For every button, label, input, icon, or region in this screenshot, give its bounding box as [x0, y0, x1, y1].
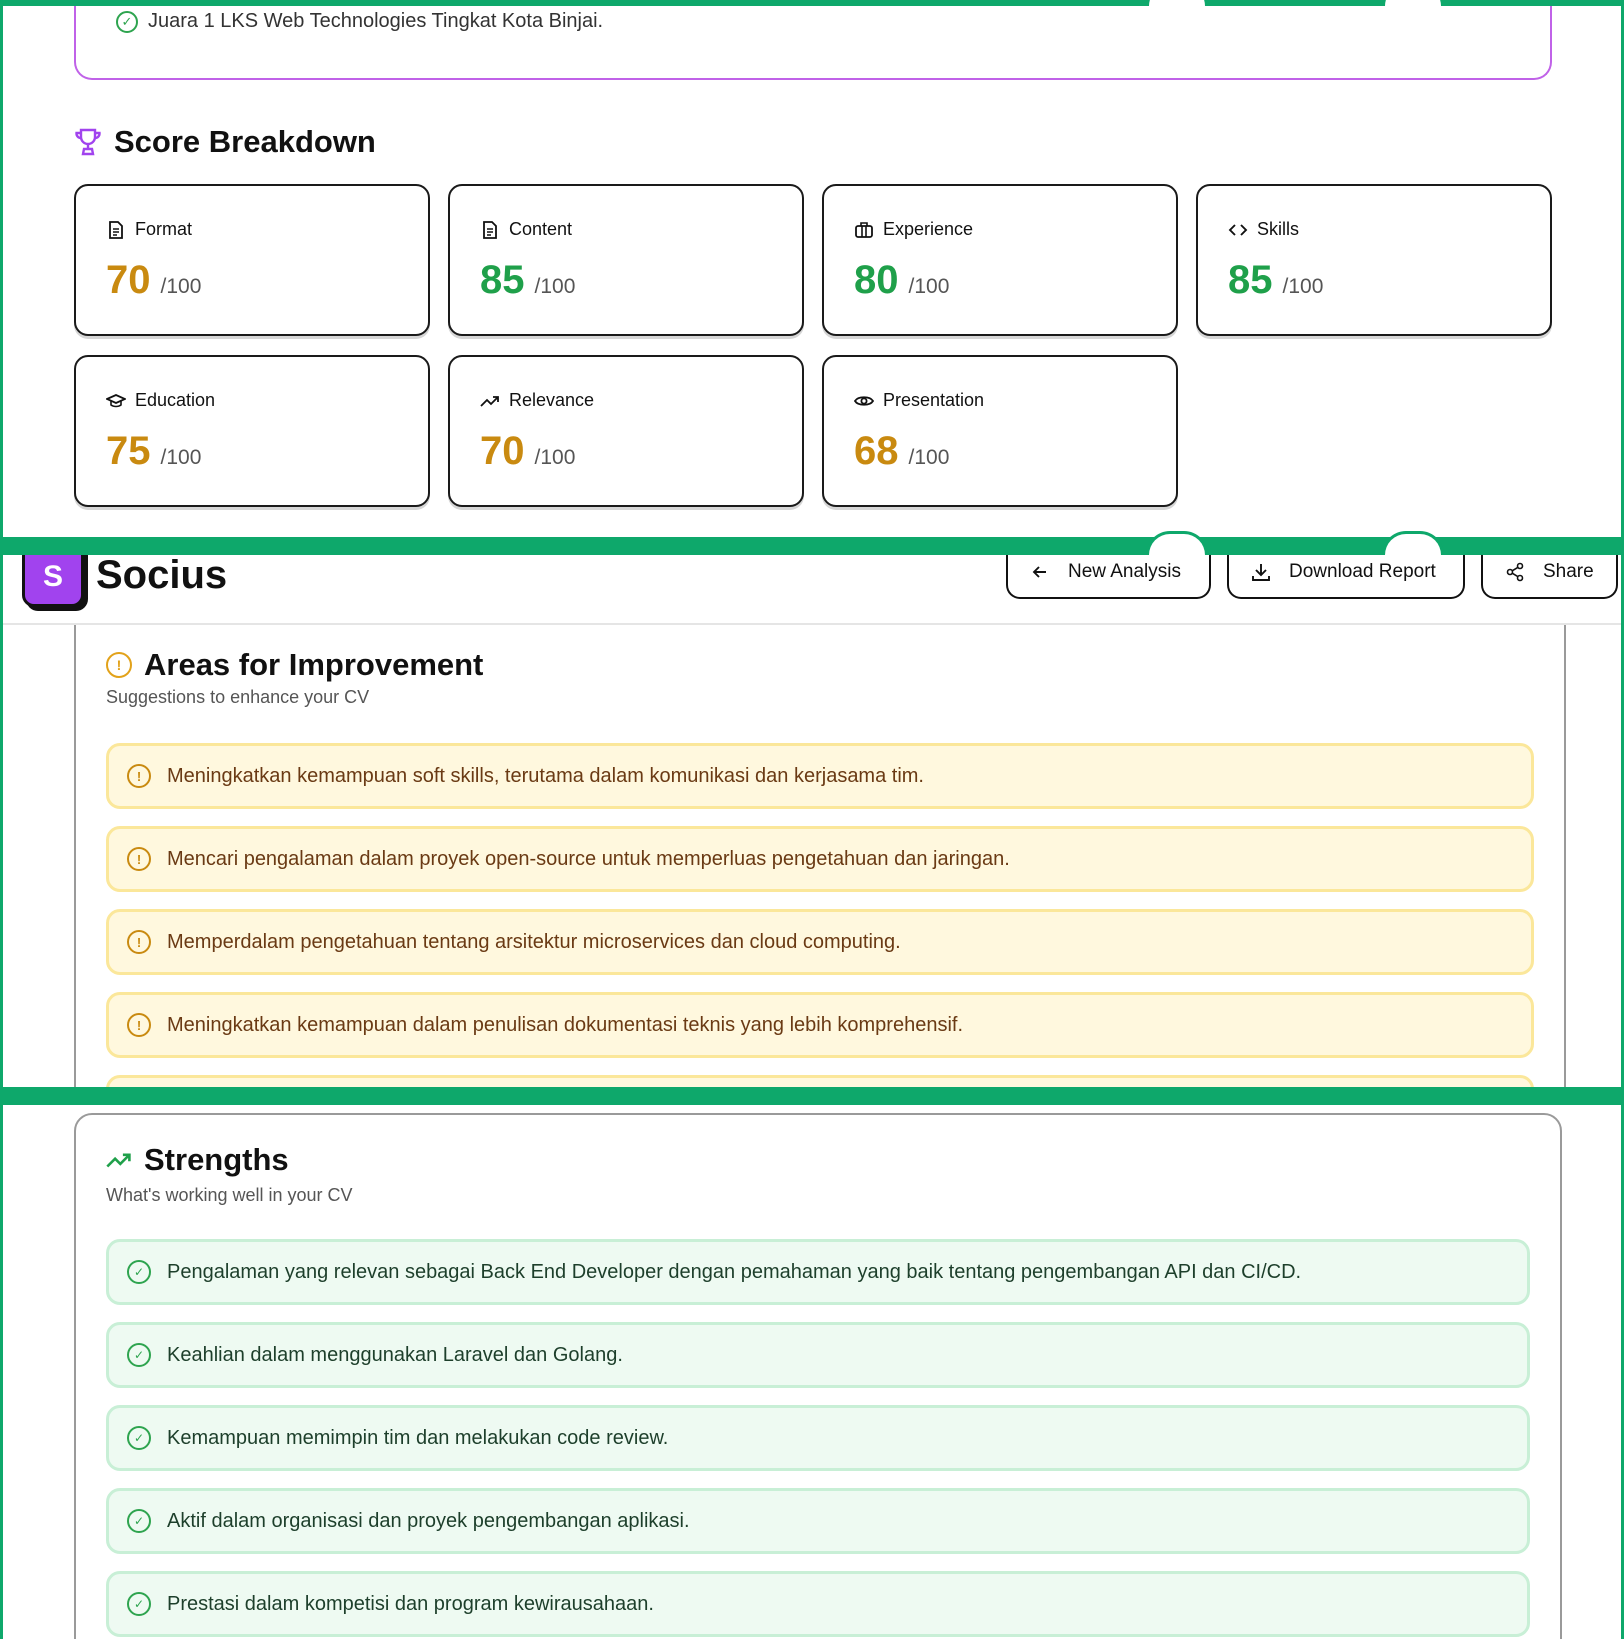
- improvements-panel: S Socius New Analysis Download Report Sh…: [0, 555, 1624, 1087]
- improvement-item-partial: [106, 1075, 1534, 1087]
- app-name: Socius: [96, 555, 228, 597]
- improvement-text: Memperdalam pengetahuan tentang arsitekt…: [167, 930, 901, 953]
- achievement-item: ✓ Juara 1 LKS Web Technologies Tingkat K…: [116, 10, 603, 33]
- score-max: /100: [908, 446, 950, 469]
- score-max: /100: [534, 446, 576, 469]
- score-card-experience: Experience 80 /100: [822, 184, 1178, 336]
- score-max: /100: [534, 275, 576, 298]
- strength-item: ✓ Pengalaman yang relevan sebagai Back E…: [106, 1239, 1530, 1305]
- document-icon: [483, 220, 497, 239]
- score-max: /100: [160, 275, 202, 298]
- score-value: 85: [1228, 258, 1273, 302]
- improvements-title: Areas for Improvement: [144, 647, 484, 682]
- strength-text: Aktif dalam organisasi dan proyek pengem…: [167, 1509, 690, 1532]
- score-value: 70: [480, 429, 525, 473]
- eye-icon: [854, 395, 874, 406]
- frame-divider: [0, 1087, 1624, 1105]
- strengths-panel: Strengths What's working well in your CV…: [0, 1105, 1624, 1639]
- share-icon: [1506, 562, 1524, 582]
- strengths-heading: Strengths: [106, 1142, 289, 1178]
- code-icon: [1228, 223, 1248, 236]
- improvement-text: Mencari pengalaman dalam proyek open-sou…: [167, 847, 1010, 870]
- trending-up-icon: [480, 395, 499, 407]
- score-breakdown-title: Score Breakdown: [114, 124, 376, 159]
- improvements-subtitle: Suggestions to enhance your CV: [106, 687, 370, 707]
- trending-up-icon: [106, 1153, 131, 1168]
- score-card-education: Education 75 /100: [74, 355, 430, 507]
- share-button[interactable]: Share: [1481, 555, 1618, 599]
- check-circle-icon: ✓: [127, 1509, 151, 1533]
- frame-left: [0, 0, 3, 1639]
- strengths-subtitle: What's working well in your CV: [106, 1185, 353, 1205]
- alert-circle-icon: !: [127, 847, 151, 871]
- score-max: /100: [1282, 275, 1324, 298]
- score-label: Education: [135, 390, 216, 410]
- score-value: 80: [854, 258, 899, 302]
- graduation-cap-icon: [106, 393, 126, 407]
- trophy-icon: [75, 128, 101, 156]
- frame-notch: [1382, 0, 1444, 6]
- download-icon: [1252, 564, 1270, 581]
- alert-circle-icon: !: [127, 1013, 151, 1037]
- frame-notch: [1146, 0, 1208, 6]
- briefcase-icon: [855, 221, 873, 238]
- strength-text: Pengalaman yang relevan sebagai Back End…: [167, 1260, 1302, 1283]
- score-value: 68: [854, 429, 899, 473]
- score-label: Relevance: [509, 390, 595, 410]
- improvement-item: ! Mencari pengalaman dalam proyek open-s…: [106, 826, 1534, 892]
- alert-circle-icon: !: [106, 652, 132, 678]
- score-label: Format: [135, 219, 193, 239]
- score-card-skills: Skills 85 /100: [1196, 184, 1552, 336]
- frame-divider: [0, 537, 1624, 555]
- strength-item: ✓ Aktif dalam organisasi dan proyek peng…: [106, 1488, 1530, 1554]
- logo-letter: S: [42, 560, 63, 593]
- strength-text: Kemampuan memimpin tim dan melakukan cod…: [167, 1426, 669, 1449]
- alert-circle-icon: !: [127, 930, 151, 954]
- download-report-button[interactable]: Download Report: [1227, 555, 1465, 599]
- check-circle-icon: ✓: [127, 1343, 151, 1367]
- strength-text: Prestasi dalam kompetisi dan program kew…: [167, 1592, 654, 1615]
- score-label: Skills: [1257, 219, 1300, 239]
- improvement-text: Meningkatkan kemampuan soft skills, teru…: [167, 764, 924, 787]
- score-label: Content: [509, 219, 573, 239]
- score-value: 70: [106, 258, 151, 302]
- improvement-item: ! Meningkatkan kemampuan soft skills, te…: [106, 743, 1534, 809]
- score-card-relevance: Relevance 70 /100: [448, 355, 804, 507]
- strength-item: ✓ Keahlian dalam menggunakan Laravel dan…: [106, 1322, 1530, 1388]
- improvement-item: ! Meningkatkan kemampuan dalam penulisan…: [106, 992, 1534, 1058]
- share-label: Share: [1543, 561, 1594, 582]
- check-circle-icon: ✓: [127, 1592, 151, 1616]
- new-analysis-label: New Analysis: [1068, 561, 1181, 582]
- frame-top: [0, 0, 1624, 6]
- improvement-item: ! Memperdalam pengetahuan tentang arsite…: [106, 909, 1534, 975]
- alert-circle-icon: !: [127, 764, 151, 788]
- strength-item: ✓ Prestasi dalam kompetisi dan program k…: [106, 1571, 1530, 1637]
- score-max: /100: [908, 275, 950, 298]
- check-circle-icon: ✓: [116, 10, 138, 33]
- score-value: 75: [106, 429, 151, 473]
- achievement-text: Juara 1 LKS Web Technologies Tingkat Kot…: [148, 10, 604, 32]
- score-breakdown-heading: Score Breakdown: [74, 124, 376, 160]
- strengths-title: Strengths: [144, 1142, 289, 1177]
- new-analysis-button[interactable]: New Analysis: [1006, 555, 1211, 599]
- document-icon: [109, 220, 123, 239]
- improvement-text: Meningkatkan kemampuan dalam penulisan d…: [167, 1013, 964, 1036]
- score-breakdown-panel: ✓ Juara 1 LKS Web Technologies Tingkat K…: [0, 0, 1624, 537]
- score-card-content: Content 85 /100: [448, 184, 804, 336]
- check-circle-icon: ✓: [127, 1426, 151, 1450]
- top-navbar: S Socius New Analysis Download Report Sh…: [0, 555, 1624, 625]
- score-label: Experience: [883, 219, 974, 239]
- score-label: Presentation: [883, 390, 985, 410]
- app-logo[interactable]: S: [22, 555, 84, 607]
- download-report-label: Download Report: [1289, 561, 1436, 582]
- check-circle-icon: ✓: [127, 1260, 151, 1284]
- score-card-presentation: Presentation 68 /100: [822, 355, 1178, 507]
- score-value: 85: [480, 258, 525, 302]
- arrow-left-icon: [1032, 566, 1046, 578]
- score-max: /100: [160, 446, 202, 469]
- score-card-format: Format 70 /100: [74, 184, 430, 336]
- improvements-heading: ! Areas for Improvement: [106, 647, 483, 683]
- strength-item: ✓ Kemampuan memimpin tim dan melakukan c…: [106, 1405, 1530, 1471]
- strength-text: Keahlian dalam menggunakan Laravel dan G…: [167, 1343, 623, 1366]
